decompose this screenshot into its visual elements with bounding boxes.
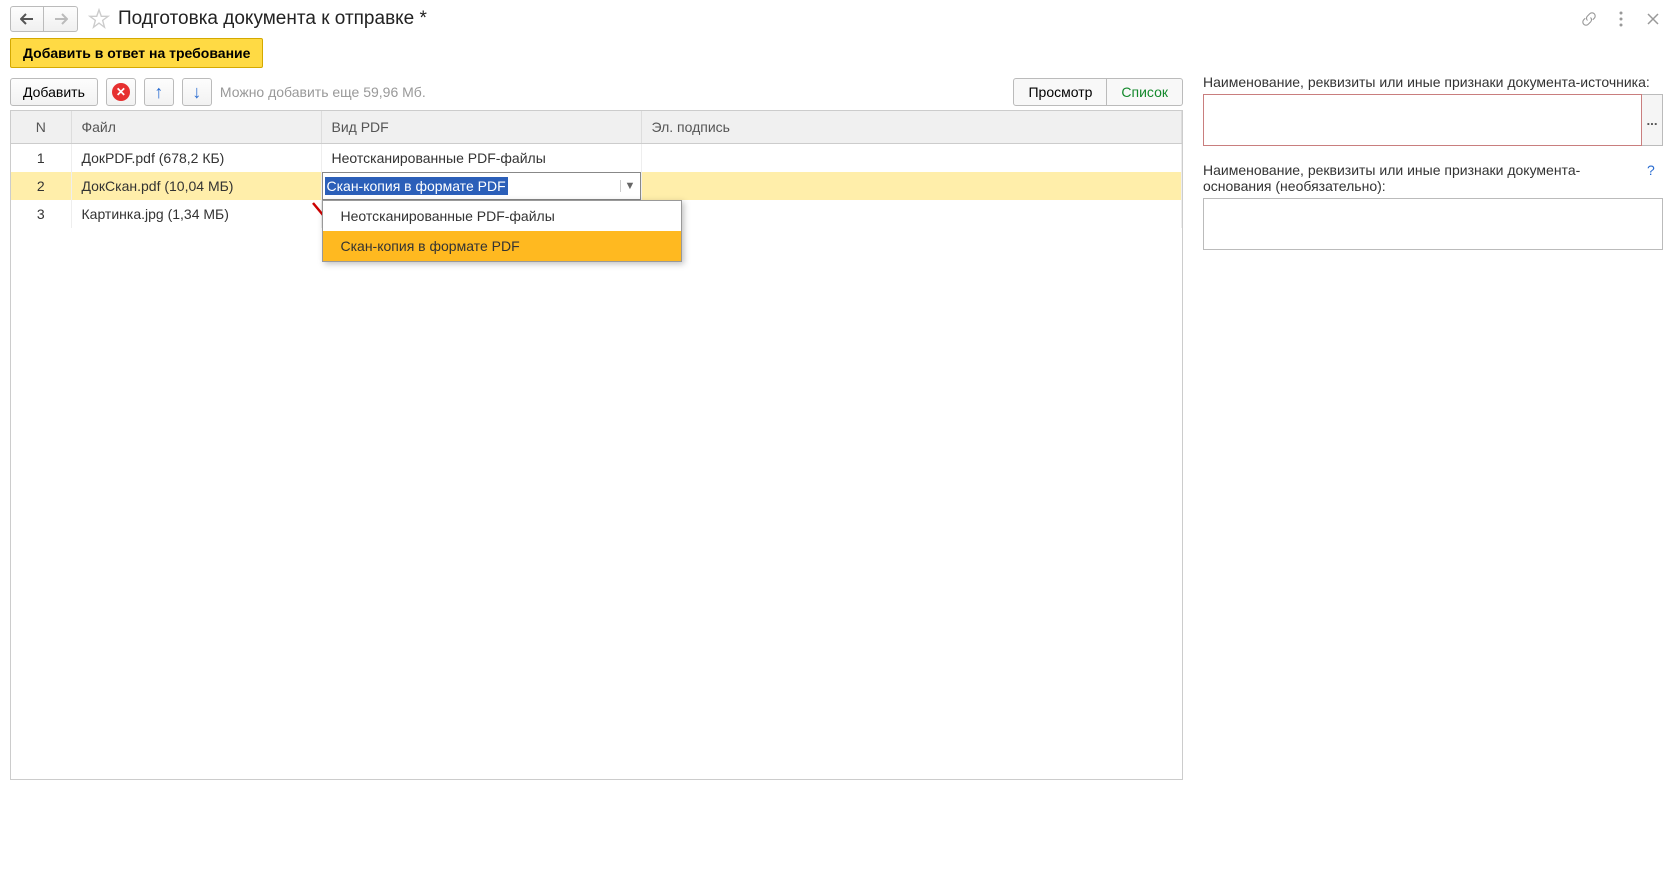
table-row[interactable]: 2 ДокСкан.pdf (10,04 МБ) Скан-копия в фо…: [11, 172, 1182, 200]
dropdown-list: Неотсканированные PDF-файлы Скан-копия в…: [322, 200, 682, 262]
dropdown-option[interactable]: Неотсканированные PDF-файлы: [323, 201, 681, 231]
file-table: N Файл Вид PDF Эл. подпись 1 ДокPDF.pdf …: [10, 110, 1183, 780]
forward-button[interactable]: [44, 6, 78, 32]
kebab-menu-icon[interactable]: [1611, 9, 1631, 29]
cell-pdf-type: Неотсканированные PDF-файлы: [321, 144, 641, 173]
cell-signature: [641, 172, 1182, 200]
cell-n: 1: [11, 144, 71, 173]
source-document-label: Наименование, реквизиты или иные признак…: [1203, 74, 1663, 90]
remaining-size-hint: Можно добавить еще 59,96 Мб.: [220, 84, 426, 100]
dropdown-selected-value: Скан-копия в формате PDF: [325, 177, 508, 195]
delete-button[interactable]: ✕: [106, 78, 136, 106]
cell-pdf-type-dropdown[interactable]: Скан-копия в формате PDF ▼ Неотсканирова…: [321, 172, 641, 200]
cell-signature: [641, 200, 1182, 228]
favorite-star-icon[interactable]: [88, 8, 110, 30]
window-title: Подготовка документа к отправке *: [118, 8, 427, 30]
arrow-down-icon: ↓: [192, 82, 201, 103]
move-up-button[interactable]: ↑: [144, 78, 174, 106]
move-down-button[interactable]: ↓: [182, 78, 212, 106]
source-document-input[interactable]: [1203, 94, 1642, 146]
view-toggle-button[interactable]: Просмотр: [1013, 78, 1107, 106]
arrow-up-icon: ↑: [154, 82, 163, 103]
toolbar: Добавить ✕ ↑ ↓ Можно добавить еще 59,96 …: [10, 74, 1183, 110]
column-header-signature[interactable]: Эл. подпись: [641, 111, 1182, 144]
table-row[interactable]: 1 ДокPDF.pdf (678,2 КБ) Неотсканированны…: [11, 144, 1182, 173]
column-header-n[interactable]: N: [11, 111, 71, 144]
source-ellipsis-button[interactable]: ...: [1642, 94, 1663, 146]
add-button[interactable]: Добавить: [10, 78, 98, 106]
help-icon[interactable]: ?: [1647, 162, 1663, 178]
column-header-pdf-type[interactable]: Вид PDF: [321, 111, 641, 144]
list-toggle-button[interactable]: Список: [1107, 78, 1183, 106]
close-icon[interactable]: [1643, 9, 1663, 29]
basis-document-label: Наименование, реквизиты или иные признак…: [1203, 162, 1663, 194]
chevron-down-icon[interactable]: ▼: [620, 180, 640, 192]
cell-file: ДокPDF.pdf (678,2 КБ): [71, 144, 321, 173]
link-icon[interactable]: [1579, 9, 1599, 29]
window-header: Подготовка документа к отправке *: [0, 0, 1673, 38]
column-header-file[interactable]: Файл: [71, 111, 321, 144]
cell-file: ДокСкан.pdf (10,04 МБ): [71, 172, 321, 200]
dropdown-option[interactable]: Скан-копия в формате PDF: [323, 231, 681, 261]
back-button[interactable]: [10, 6, 44, 32]
cell-n: 3: [11, 200, 71, 228]
add-to-reply-button[interactable]: Добавить в ответ на требование: [10, 38, 263, 68]
cell-file: Картинка.jpg (1,34 МБ): [71, 200, 321, 228]
delete-icon: ✕: [112, 83, 130, 101]
basis-document-input[interactable]: [1203, 198, 1663, 250]
cell-signature: [641, 144, 1182, 173]
cell-n: 2: [11, 172, 71, 200]
